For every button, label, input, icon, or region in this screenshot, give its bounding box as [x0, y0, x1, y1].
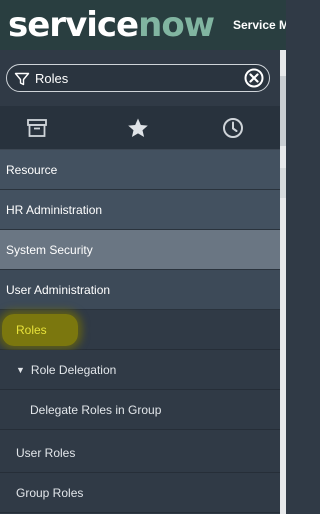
filter-icon [14, 72, 30, 86]
nav-item-label: System Security [6, 243, 93, 257]
nav-item-delegate-roles-in-group[interactable]: Delegate Roles in Group [0, 390, 280, 430]
app-header: servicenow Service Management [0, 0, 286, 50]
nav-module-user-administration[interactable]: User Administration [0, 270, 280, 310]
expand-triangle-icon[interactable]: ▼ [16, 362, 25, 378]
star-icon[interactable] [126, 116, 150, 140]
header-title: Service Management [233, 18, 286, 32]
nav-item-label: HR Administration [6, 203, 103, 217]
nav-item-user-roles[interactable]: User Roles [0, 433, 280, 473]
nav-item-label: Resource [6, 163, 58, 177]
nav-item-label: User Roles [16, 446, 76, 460]
nav-item-label: Delegate Roles in Group [30, 403, 162, 417]
clock-icon[interactable] [221, 116, 245, 140]
nav-module-resource[interactable]: Resource [0, 150, 280, 190]
archive-box-icon[interactable] [25, 116, 49, 140]
clear-circle-x-icon[interactable] [244, 68, 264, 88]
content-edge [280, 50, 286, 514]
application-navigator: Roles Resource HR Administration System … [0, 50, 280, 514]
nav-item-label: Role Delegation [30, 363, 117, 377]
nav-item-roles[interactable]: Roles [0, 310, 280, 350]
nav-module-hr-administration[interactable]: HR Administration [0, 190, 280, 230]
nav-item-group-roles[interactable]: Group Roles [0, 473, 280, 513]
filter-input-value[interactable]: Roles [35, 71, 68, 87]
nav-item-label: Roles [16, 323, 47, 337]
navigator-tabs [0, 106, 280, 150]
filter-navigator-input[interactable]: Roles [6, 64, 270, 92]
servicenow-logo[interactable]: servicenow [8, 3, 215, 47]
nav-item-label: User Administration [6, 283, 111, 297]
logo-text-service: service [8, 5, 139, 45]
nav-item-label: Group Roles [16, 486, 84, 500]
logo-text-now: now [138, 5, 215, 45]
nav-module-system-security[interactable]: System Security [0, 230, 280, 270]
nav-item-role-delegation[interactable]: ▼ Role Delegation [0, 350, 280, 390]
